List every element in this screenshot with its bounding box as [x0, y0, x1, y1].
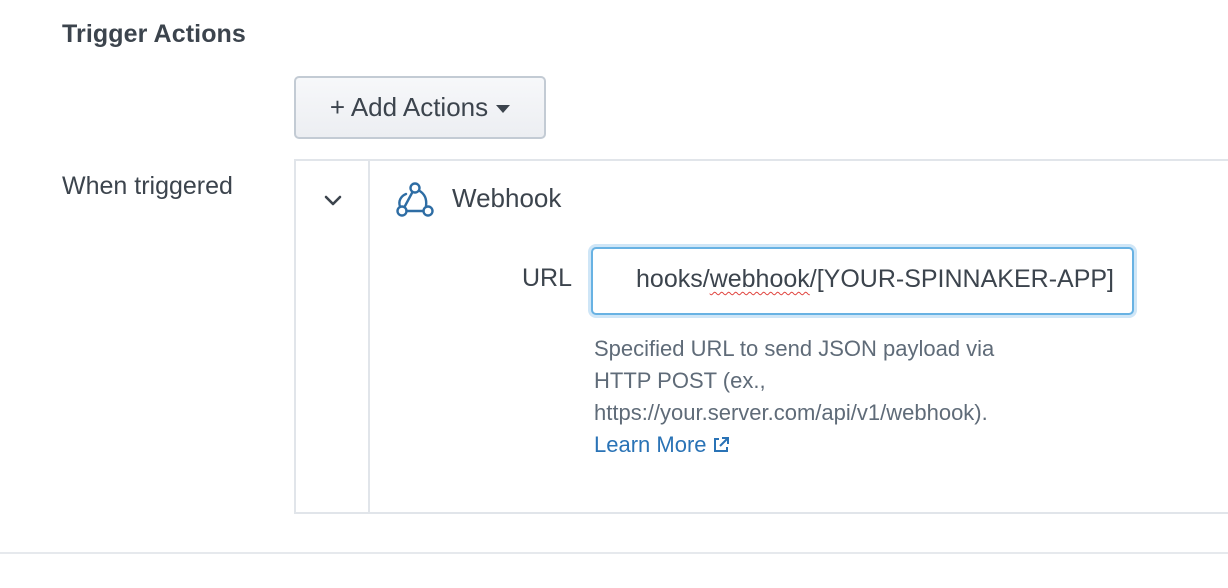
help-line-1: Specified URL to send JSON payload via: [594, 336, 995, 361]
when-triggered-label: When triggered: [62, 172, 233, 200]
caret-down-icon: [496, 104, 511, 113]
help-line-3: https://your.server.com/api/v1/webhook).: [594, 400, 988, 425]
section-title: Trigger Actions: [62, 20, 246, 48]
url-help-text: Specified URL to send JSON payload via H…: [594, 333, 1054, 461]
webhook-icon: [396, 182, 434, 217]
collapse-toggle-column: [296, 161, 370, 512]
chevron-down-icon[interactable]: [322, 189, 344, 211]
webhook-title: Webhook: [452, 183, 562, 213]
add-actions-button[interactable]: + Add Actions: [294, 76, 546, 139]
external-link-icon: [713, 437, 729, 452]
trigger-actions-page: Trigger Actions + Add Actions When trigg…: [0, 0, 1228, 588]
add-actions-label: + Add Actions: [329, 92, 489, 122]
webhook-action-panel: Webhook URL hooks/webhook/[YOUR-SPINNAKE…: [294, 159, 1228, 514]
learn-more-link[interactable]: Learn More: [594, 432, 730, 457]
help-line-2: HTTP POST (ex.,: [594, 368, 766, 393]
url-input-value: hooks/webhook/[YOUR-SPINNAKER-APP]: [636, 265, 1114, 293]
section-divider: [0, 552, 1228, 554]
url-label: URL: [522, 264, 573, 292]
url-input[interactable]: hooks/webhook/[YOUR-SPINNAKER-APP]: [591, 247, 1134, 315]
misspelled-word: webhook: [709, 265, 810, 293]
